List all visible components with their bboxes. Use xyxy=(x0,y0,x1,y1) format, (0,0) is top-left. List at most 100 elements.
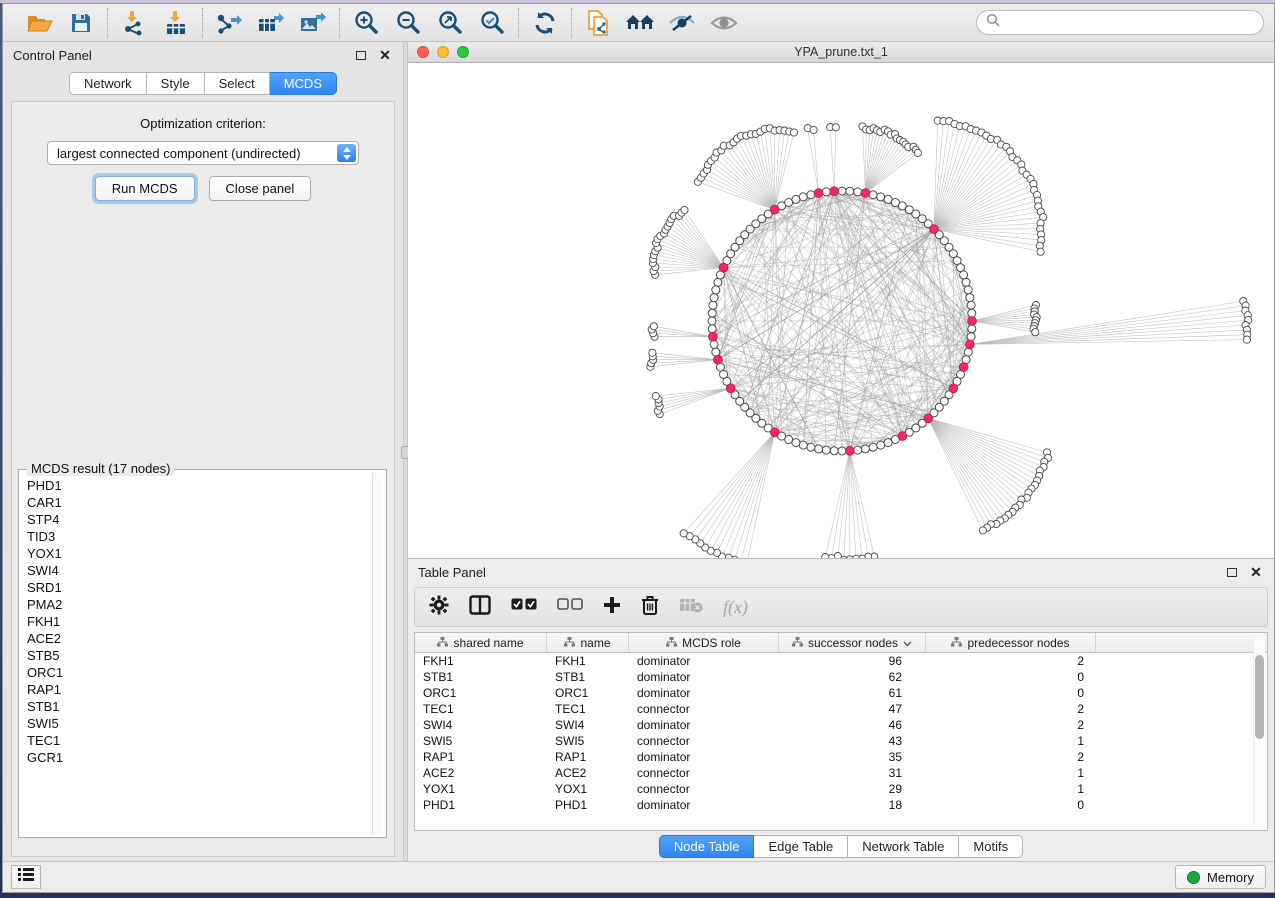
zoom-selected-button[interactable] xyxy=(474,8,510,38)
network-node[interactable] xyxy=(838,447,846,455)
network-hub-node[interactable] xyxy=(719,263,728,272)
network-node[interactable] xyxy=(822,446,830,454)
network-leaf-node[interactable] xyxy=(1032,329,1039,336)
network-hub-node[interactable] xyxy=(770,428,779,437)
column-header-MCDS-role[interactable]: MCDS role xyxy=(629,633,779,652)
network-node[interactable] xyxy=(884,439,892,447)
network-node[interactable] xyxy=(830,447,838,455)
memory-button[interactable]: Memory xyxy=(1175,865,1266,889)
network-leaf-node[interactable] xyxy=(822,554,829,559)
zoom-out-button[interactable] xyxy=(390,8,426,38)
table-row[interactable]: TEC1TEC1connector472 xyxy=(415,701,1267,717)
network-node[interactable] xyxy=(799,193,807,201)
column-header-successor-nodes[interactable]: successor nodes xyxy=(779,633,926,652)
export-table-button[interactable] xyxy=(253,8,289,38)
zoom-fit-button[interactable] xyxy=(432,8,468,38)
network-hub-node[interactable] xyxy=(726,384,735,393)
hide-selected-button[interactable] xyxy=(664,8,700,38)
search-input[interactable] xyxy=(1006,15,1254,30)
table-row[interactable]: ORC1ORC1dominator610 xyxy=(415,685,1267,701)
maximize-window-icon[interactable] xyxy=(457,46,469,58)
network-node[interactable] xyxy=(869,443,877,451)
network-hub-node[interactable] xyxy=(714,355,723,364)
network-hub-node[interactable] xyxy=(898,432,907,441)
table-row[interactable]: SWI4SWI4dominator462 xyxy=(415,717,1267,733)
network-hub-node[interactable] xyxy=(930,225,939,234)
network-hub-node[interactable] xyxy=(814,189,823,198)
table-row[interactable]: PHD1PHD1dominator180 xyxy=(415,797,1267,813)
network-leaf-node[interactable] xyxy=(914,149,921,156)
run-mcds-button[interactable]: Run MCDS xyxy=(95,176,195,201)
network-node[interactable] xyxy=(712,286,720,294)
save-session-button[interactable] xyxy=(63,8,99,38)
network-hub-node[interactable] xyxy=(770,205,779,214)
network-hub-node[interactable] xyxy=(861,189,870,198)
table-row[interactable]: STB1STB1dominator620 xyxy=(415,669,1267,685)
show-all-button[interactable] xyxy=(706,8,742,38)
network-node[interactable] xyxy=(964,348,972,356)
network-node[interactable] xyxy=(966,294,974,302)
network-node[interactable] xyxy=(884,195,892,203)
network-node[interactable] xyxy=(714,278,722,286)
mcds-result-item[interactable]: ACE2 xyxy=(27,630,372,647)
mcds-result-item[interactable]: YOX1 xyxy=(27,545,372,562)
task-history-button[interactable] xyxy=(11,865,41,889)
mcds-result-item[interactable]: STB1 xyxy=(27,698,372,715)
network-canvas[interactable] xyxy=(408,63,1274,558)
network-node[interactable] xyxy=(799,441,807,449)
network-hub-node[interactable] xyxy=(830,187,839,196)
apply-layout-button[interactable] xyxy=(527,8,563,38)
float-table-panel-button[interactable] xyxy=(1224,564,1240,580)
table-row[interactable]: FKH1FKH1dominator962 xyxy=(415,653,1267,669)
network-node[interactable] xyxy=(709,301,717,309)
network-leaf-node[interactable] xyxy=(790,129,797,136)
network-node[interactable] xyxy=(785,199,793,207)
table-settings-button[interactable] xyxy=(429,595,449,620)
network-hub-node[interactable] xyxy=(845,446,854,455)
footer-tab-network-table[interactable]: Network Table xyxy=(848,835,959,858)
network-node[interactable] xyxy=(877,441,885,449)
import-network-button[interactable] xyxy=(116,8,152,38)
network-node[interactable] xyxy=(807,191,815,199)
network-leaf-node[interactable] xyxy=(832,124,839,131)
network-leaf-node[interactable] xyxy=(652,393,659,400)
network-window-titlebar[interactable]: YPA_prune.txt_1 xyxy=(408,42,1274,63)
tab-select[interactable]: Select xyxy=(205,72,270,95)
network-node[interactable] xyxy=(854,446,862,454)
network-leaf-node[interactable] xyxy=(680,530,687,537)
network-node[interactable] xyxy=(838,187,846,195)
network-node[interactable] xyxy=(720,370,728,378)
clone-network-button[interactable] xyxy=(580,8,616,38)
network-leaf-node[interactable] xyxy=(1037,248,1044,255)
network-node[interactable] xyxy=(792,439,800,447)
tab-style[interactable]: Style xyxy=(147,72,205,95)
close-panel-button-mcds[interactable]: Close panel xyxy=(209,176,312,201)
tab-network[interactable]: Network xyxy=(69,72,147,95)
criterion-dropdown[interactable]: largest connected component (undirected) xyxy=(47,141,359,165)
table-row[interactable]: SWI5SWI5connector431 xyxy=(415,733,1267,749)
network-hub-node[interactable] xyxy=(924,414,933,423)
column-header-name[interactable]: name xyxy=(547,633,629,652)
mcds-result-item[interactable]: GCR1 xyxy=(27,749,372,766)
network-node[interactable] xyxy=(807,443,815,451)
network-node[interactable] xyxy=(708,317,716,325)
column-header-predecessor-nodes[interactable]: predecessor nodes xyxy=(926,633,1096,652)
network-node[interactable] xyxy=(710,294,718,302)
mcds-result-item[interactable]: FKH1 xyxy=(27,613,372,630)
network-node[interactable] xyxy=(957,264,965,272)
tab-mcds[interactable]: MCDS xyxy=(270,72,337,95)
network-leaf-node[interactable] xyxy=(649,349,656,356)
close-window-icon[interactable] xyxy=(417,46,429,58)
network-node[interactable] xyxy=(968,325,976,333)
deselect-all-button[interactable] xyxy=(557,598,583,616)
network-node[interactable] xyxy=(967,301,975,309)
footer-tab-motifs[interactable]: Motifs xyxy=(959,835,1023,858)
mcds-result-item[interactable]: CAR1 xyxy=(27,494,372,511)
network-leaf-node[interactable] xyxy=(681,206,688,213)
network-node[interactable] xyxy=(877,193,885,201)
minimize-window-icon[interactable] xyxy=(437,46,449,58)
column-header-shared-name[interactable]: shared name xyxy=(415,633,547,652)
mcds-result-item[interactable]: ORC1 xyxy=(27,664,372,681)
network-hub-node[interactable] xyxy=(968,317,977,326)
network-node[interactable] xyxy=(815,445,823,453)
